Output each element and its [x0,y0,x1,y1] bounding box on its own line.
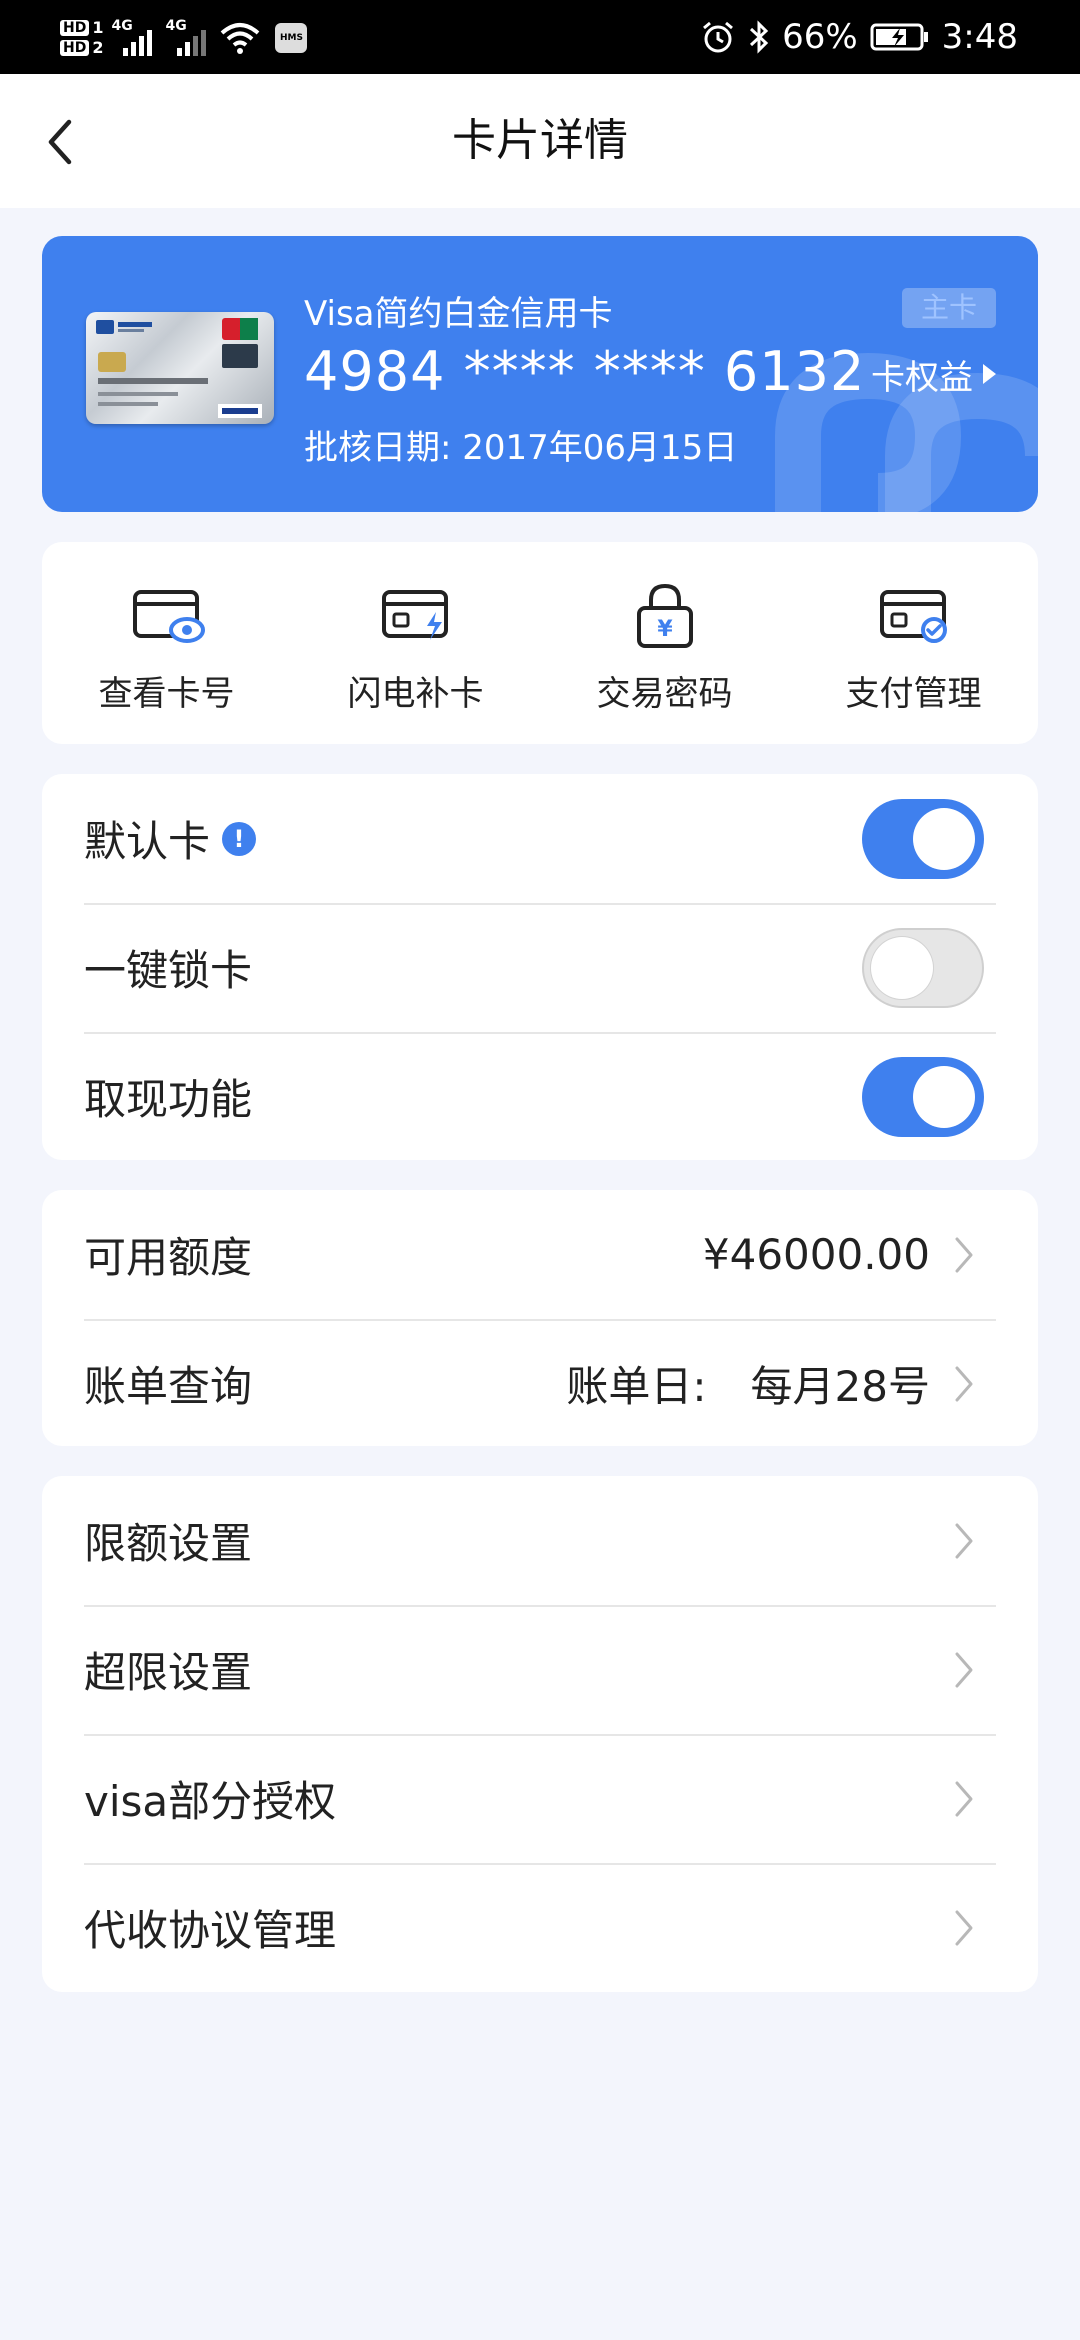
card-benefits-label: 卡权益 [871,357,973,398]
chevron-right-icon [955,1652,973,1687]
qa-label-payment-management: 支付管理 [845,674,982,714]
clock: 3:48 [941,17,1018,57]
toggle-knob [871,936,933,999]
over-limit-settings-label: 超限设置 [84,1648,253,1697]
lock-card-row: 一键锁卡 [42,903,1038,1032]
chevron-right-icon [955,1237,973,1272]
page-title: 卡片详情 [452,115,628,166]
status-right: 66% 3:48 [700,0,1018,74]
hms-icon: HMS [275,23,308,53]
chevron-right-icon [955,1366,973,1401]
sim-indicators: HD 1 HD 2 [60,20,103,56]
collection-agreement-row[interactable]: 代收协议管理 [42,1863,1038,1992]
battery-charging-icon [870,23,928,51]
info-icon[interactable]: ! [222,821,257,856]
svg-text:¥: ¥ [657,617,673,642]
card-lightning-icon [381,590,448,640]
over-limit-settings-row[interactable]: 超限设置 [42,1605,1038,1734]
sim1-slot: 1 [92,18,104,37]
alarm-icon [703,21,734,53]
back-chevron-icon [48,119,72,165]
default-card-label: 默认卡 [84,817,211,866]
card-banner[interactable]: Visa简约白金信用卡 4984 **** **** 6132 批核日期: 20… [42,236,1038,512]
lightning-reissue-button[interactable]: 闪电补卡 [291,542,540,744]
lock-card-label: 一键锁卡 [84,946,253,995]
chevron-right-icon [955,1910,973,1945]
chevron-right-icon [955,1523,973,1558]
account-panel: 可用额度 ¥46000.00 账单查询 账单日: 每月28号 [42,1190,1038,1446]
card-check-icon [879,590,947,643]
hd1-label: HD [60,20,90,36]
limit-settings-label: 限额设置 [84,1519,253,1568]
available-limit-label: 可用额度 [84,1233,253,1282]
available-limit-value: ¥46000.00 [702,1230,930,1279]
toggle-knob [913,807,975,870]
transaction-password-button[interactable]: ¥ 交易密码 [540,542,789,744]
cash-withdrawal-toggle[interactable] [862,1056,984,1137]
bill-day-value: 账单日: 每月28号 [566,1353,930,1414]
nav-bar: 卡片详情 [0,74,1080,208]
signal-icon-1: 4G [111,16,157,60]
cash-withdrawal-label: 取现功能 [84,1075,253,1124]
collection-agreement-label: 代收协议管理 [84,1906,337,1955]
quick-actions: 查看卡号 闪电补卡 ¥ 交易密码 支付管理 [42,542,1038,744]
toggle-knob [913,1065,975,1128]
main-card-badge: 主卡 [902,288,996,328]
triangle-right-icon [983,364,996,384]
card-benefits-link[interactable]: 卡权益 [871,354,996,398]
cash-withdrawal-row: 取现功能 [42,1032,1038,1161]
card-name: Visa简约白金信用卡 [304,294,613,334]
sim2-indicator: HD 2 [60,40,103,56]
bill-query-row[interactable]: 账单查询 账单日: 每月28号 [42,1319,1038,1448]
bill-day-prefix: 账单日: [566,1362,707,1411]
hd2-label: HD [60,40,90,56]
status-left: HD 1 HD 2 4G 4G HMS [60,8,308,68]
bill-day: 每月28号 [750,1362,930,1411]
view-card-number-button[interactable]: 查看卡号 [42,542,291,744]
limit-settings-row[interactable]: 限额设置 [42,1476,1038,1605]
card-eye-icon [132,590,205,643]
card-number: 4984 **** **** 6132 [304,340,866,403]
visa-partial-auth-row[interactable]: visa部分授权 [42,1734,1038,1863]
battery-percent: 66% [782,17,858,57]
default-card-row: 默认卡 ! [42,774,1038,903]
back-button[interactable] [30,110,90,174]
payment-management-button[interactable]: 支付管理 [789,542,1038,744]
chevron-right-icon [955,1781,973,1816]
bluetooth-icon [750,20,769,54]
card-image [86,312,274,424]
qa-label-transaction-password: 交易密码 [596,674,733,714]
approval-date: 批核日期: 2017年06月15日 [304,428,738,468]
default-card-toggle[interactable] [862,798,984,879]
qa-label-view-card-number: 查看卡号 [98,674,235,714]
sim1-indicator: HD 1 [60,20,103,36]
sim2-slot: 2 [92,38,104,57]
lock-yuan-icon: ¥ [636,583,693,648]
toggle-panel: 默认卡 ! 一键锁卡 取现功能 [42,774,1038,1160]
status-bar: HD 1 HD 2 4G 4G HMS 66% 3:48 [0,0,1080,74]
qa-label-lightning-reissue: 闪电补卡 [347,674,484,714]
wifi-icon [221,23,260,54]
settings-panel: 限额设置 超限设置 visa部分授权 代收协议管理 [42,1476,1038,1992]
lock-card-toggle[interactable] [862,927,984,1008]
bill-query-label: 账单查询 [84,1362,253,1411]
visa-partial-auth-label: visa部分授权 [84,1777,337,1826]
signal-icon-2: 4G [165,16,211,60]
available-limit-row[interactable]: 可用额度 ¥46000.00 [42,1190,1038,1319]
card-face-icon [96,318,262,418]
